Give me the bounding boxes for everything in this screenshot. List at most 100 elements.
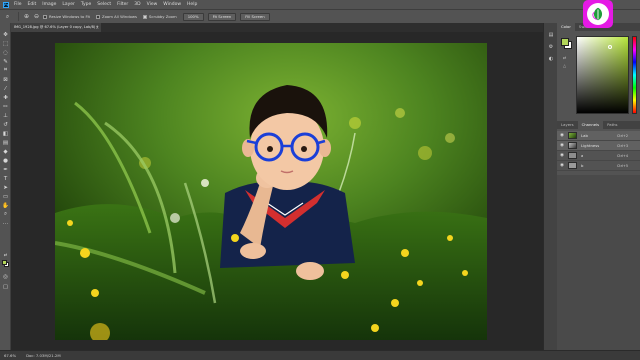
gradient-tool-icon[interactable]: ▤ <box>2 139 9 146</box>
pen-tool-icon[interactable]: ✒ <box>2 166 9 173</box>
color-picker-field[interactable] <box>576 36 629 114</box>
warning-icon: △ <box>563 63 567 68</box>
collapsed-panels-strip: ▤ ⚙ ◐ <box>543 23 557 350</box>
channel-name: Lab <box>581 133 588 138</box>
channel-row[interactable]: ◉ Lightness Ctrl+3 <box>557 141 640 151</box>
channel-thumbnail <box>568 162 577 169</box>
menu-3d[interactable]: 3D <box>134 2 140 7</box>
menu-image[interactable]: Image <box>42 2 56 7</box>
marquee-tool-icon[interactable]: ⬚ <box>2 40 9 47</box>
eraser-tool-icon[interactable]: ◧ <box>2 130 9 137</box>
eye-icon[interactable]: ◉ <box>560 133 566 138</box>
tab-layers[interactable]: Layers <box>557 121 578 129</box>
channel-logo-watermark <box>583 0 613 28</box>
channel-name: b <box>581 163 584 168</box>
zoom-all-windows-label: Zoom All Windows <box>102 14 138 19</box>
scrubby-zoom-label: Scrubby Zoom <box>149 14 177 19</box>
color-picker-cursor[interactable] <box>608 45 612 49</box>
photoshop-logo: Ps <box>3 1 9 8</box>
channel-row[interactable]: ◉ b Ctrl+5 <box>557 161 640 171</box>
right-panels: Color Swatches ⇄ △ Layers Channels Paths… <box>557 23 640 350</box>
history-brush-tool-icon[interactable]: ↺ <box>2 121 9 128</box>
panel-empty-area <box>557 175 640 350</box>
crop-tool-icon[interactable]: ⌗ <box>2 67 9 74</box>
foreground-color-swatch[interactable] <box>561 38 569 46</box>
channel-row[interactable]: ◉ a Ctrl+4 <box>557 151 640 161</box>
rectangle-tool-icon[interactable]: ▭ <box>2 193 9 200</box>
checkbox-box[interactable] <box>96 14 100 19</box>
frame-tool-icon[interactable]: ⊠ <box>2 76 9 83</box>
document-tab-title: IMG_1928.jpg @ 67.6% (Layer 0 copy, Lab/… <box>14 25 99 29</box>
quick-mask-icon[interactable]: ◎ <box>2 273 9 280</box>
more-tools-icon[interactable]: ⋯ <box>2 220 9 227</box>
channel-name: a <box>581 153 584 158</box>
path-selection-tool-icon[interactable]: ➤ <box>2 184 9 191</box>
channel-shortcut: Ctrl+5 <box>617 163 629 168</box>
menu-file[interactable]: File <box>14 2 22 7</box>
channel-thumbnail <box>568 132 577 139</box>
layers-panel-tabs: Layers Channels Paths <box>557 121 640 129</box>
zoom-level[interactable]: 67.6% <box>4 353 16 358</box>
eye-icon[interactable]: ◉ <box>560 153 566 158</box>
screen-mode-icon[interactable]: ▢ <box>2 283 9 290</box>
swap-colors-icon[interactable]: ⇄ <box>2 251 9 258</box>
leaf-logo-icon <box>587 3 609 25</box>
options-bar: ⌕ ⊕ ⊖ Resize Windows to Fit Zoom All Win… <box>0 9 640 23</box>
menu-filter[interactable]: Filter <box>117 2 128 7</box>
channel-thumbnail <box>568 152 577 159</box>
document-size: Doc: 7.03M/21.2M <box>26 353 61 358</box>
foreground-color-swatch[interactable] <box>2 260 7 265</box>
blur-tool-icon[interactable]: ◆ <box>2 148 9 155</box>
eye-icon[interactable]: ◉ <box>560 143 566 148</box>
canvas-area[interactable] <box>11 32 543 350</box>
channel-row[interactable]: ◉ Lab Ctrl+2 <box>557 131 640 141</box>
eyedropper-tool-icon[interactable]: ⁄ <box>2 85 9 92</box>
menu-help[interactable]: Help <box>187 2 197 7</box>
dodge-tool-icon[interactable]: ● <box>2 157 9 164</box>
brush-tool-icon[interactable]: ✏ <box>2 103 9 110</box>
resize-windows-label: Resize Windows to Fit <box>49 14 90 19</box>
hue-slider[interactable] <box>632 36 637 114</box>
tab-channels[interactable]: Channels <box>577 121 604 129</box>
fit-screen-button[interactable]: Fit Screen <box>207 12 237 21</box>
menu-type[interactable]: Type <box>81 2 91 7</box>
move-tool-icon[interactable]: ✥ <box>2 31 9 38</box>
zoom-100-button[interactable]: 100% <box>182 12 204 21</box>
tools-panel: ✥ ⬚ ◌ ✎ ⌗ ⊠ ⁄ ✚ ✏ ⊥ ↺ ◧ ▤ ◆ ● ✒ T ➤ ▭ ✋ … <box>0 23 11 350</box>
menu-bar: Ps File Edit Image Layer Type Select Fil… <box>0 0 640 9</box>
eye-icon[interactable]: ◉ <box>560 163 566 168</box>
channel-thumbnail <box>568 142 577 149</box>
fill-screen-button[interactable]: Fill Screen <box>240 12 270 21</box>
checkbox-box[interactable] <box>143 14 148 19</box>
close-icon[interactable]: × <box>96 23 99 32</box>
history-panel-icon[interactable]: ▤ <box>547 31 555 39</box>
menu-view[interactable]: View <box>147 2 158 7</box>
document-tab[interactable]: IMG_1928.jpg @ 67.6% (Layer 0 copy, Lab/… <box>11 23 101 32</box>
zoom-tool-icon[interactable]: ⌕ <box>2 211 9 218</box>
swap-icon[interactable]: ⇄ <box>563 55 568 60</box>
type-tool-icon[interactable]: T <box>2 175 9 182</box>
adjustments-panel-icon[interactable]: ◐ <box>547 55 555 63</box>
menu-window[interactable]: Window <box>163 2 181 7</box>
checkbox-box[interactable] <box>43 14 47 19</box>
clone-stamp-tool-icon[interactable]: ⊥ <box>2 112 9 119</box>
document-image[interactable] <box>55 43 487 340</box>
hand-tool-icon[interactable]: ✋ <box>2 202 9 209</box>
lasso-tool-icon[interactable]: ◌ <box>2 49 9 56</box>
scrubby-zoom-checkbox[interactable]: Scrubby Zoom <box>143 14 177 19</box>
tab-paths[interactable]: Paths <box>603 121 621 129</box>
menu-layer[interactable]: Layer <box>62 2 75 7</box>
tab-color[interactable]: Color <box>557 23 575 31</box>
options-divider <box>18 12 19 21</box>
zoom-in-icon[interactable]: ⊕ <box>23 13 30 20</box>
menu-edit[interactable]: Edit <box>28 2 37 7</box>
menu-select[interactable]: Select <box>97 2 111 7</box>
zoom-all-windows-checkbox[interactable]: Zoom All Windows <box>96 14 137 19</box>
zoom-tool-icon[interactable]: ⌕ <box>4 13 11 20</box>
zoom-out-icon[interactable]: ⊖ <box>33 13 40 20</box>
healing-brush-tool-icon[interactable]: ✚ <box>2 94 9 101</box>
properties-panel-icon[interactable]: ⚙ <box>547 43 555 51</box>
channel-shortcut: Ctrl+3 <box>617 143 629 148</box>
resize-windows-checkbox[interactable]: Resize Windows to Fit <box>43 14 90 19</box>
quick-select-tool-icon[interactable]: ✎ <box>2 58 9 65</box>
